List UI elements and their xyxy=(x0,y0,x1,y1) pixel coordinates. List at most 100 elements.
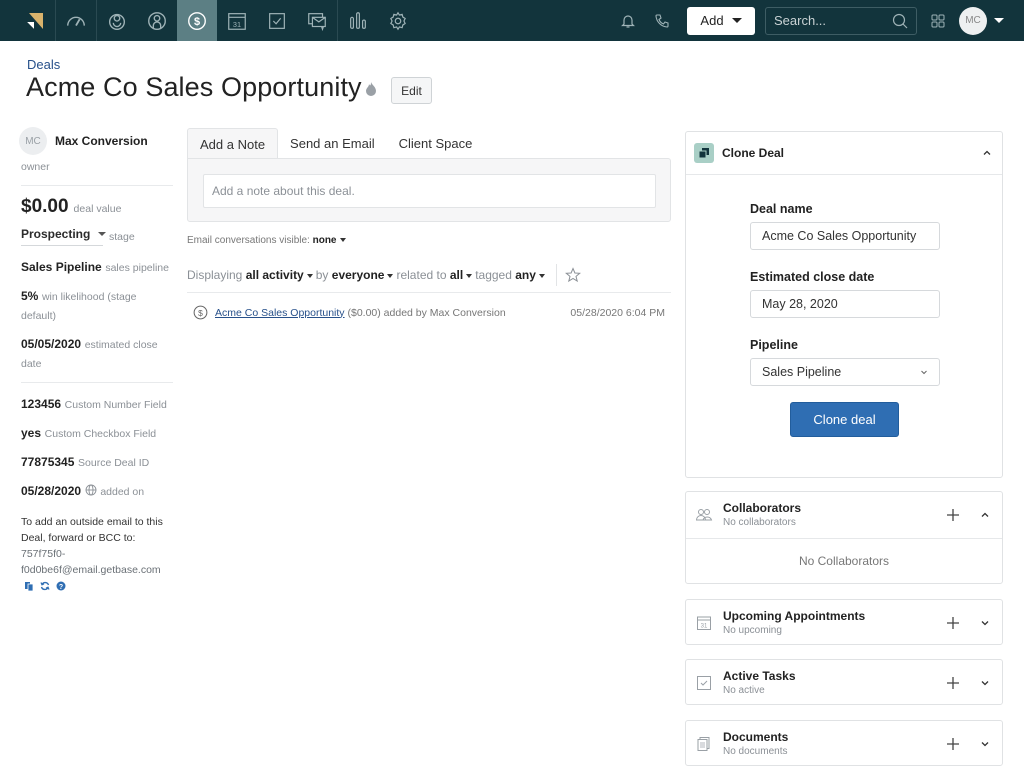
clone-deal-button[interactable]: Clone deal xyxy=(790,402,899,437)
chevron-down-icon[interactable] xyxy=(980,739,990,749)
pipeline-value[interactable]: Sales Pipeline xyxy=(21,260,102,274)
tasks-header[interactable]: Active Tasks No active xyxy=(686,660,1002,706)
bcc-instructions: To add an outside email to this Deal, fo… xyxy=(21,516,163,544)
stage-row: Prospecting stage xyxy=(21,227,173,246)
email-visibility: Email conversations visible: none xyxy=(187,235,349,246)
email-visibility-label: Email conversations visible: xyxy=(187,235,310,246)
close-date-input[interactable] xyxy=(750,290,940,318)
tab-client-space[interactable]: Client Space xyxy=(387,128,485,159)
nav-item-tasks[interactable] xyxy=(257,0,297,41)
user-menu-caret-icon[interactable] xyxy=(994,18,1004,23)
custom-fields: 123456 Custom Number Field yes Custom Ch… xyxy=(21,395,173,501)
add-button[interactable]: Add xyxy=(687,6,755,35)
custom-field-value[interactable]: 123456 xyxy=(21,397,61,411)
pipeline-group: Pipeline Sales Pipeline xyxy=(750,338,940,386)
checkbox-icon xyxy=(695,674,713,692)
logo-icon xyxy=(27,12,43,29)
nav-item-reports[interactable] xyxy=(338,0,378,41)
activity-filters: Displaying all activity by everyone rela… xyxy=(187,264,671,286)
phone-icon xyxy=(655,13,669,28)
custom-field-value[interactable]: 77875345 xyxy=(21,455,74,469)
nav-group-main: $ 31 xyxy=(96,0,337,41)
chevron-up-icon[interactable] xyxy=(982,148,992,158)
add-document-button[interactable] xyxy=(942,733,964,755)
custom-field-value[interactable]: yes xyxy=(21,426,41,440)
custom-field-row: 123456 Custom Number Field xyxy=(21,395,173,414)
nav-item-settings[interactable] xyxy=(378,0,418,41)
tab-send-email[interactable]: Send an Email xyxy=(278,128,387,159)
deal-name-input[interactable] xyxy=(750,222,940,250)
caret-down-icon xyxy=(387,273,394,278)
filter-activity-value: all activity xyxy=(245,268,304,282)
help-icon[interactable]: ? xyxy=(56,581,66,591)
note-input[interactable] xyxy=(203,174,656,208)
phone-button[interactable] xyxy=(645,0,679,41)
star-icon[interactable] xyxy=(564,267,581,283)
email-visibility-dropdown[interactable]: none xyxy=(313,235,349,246)
clone-deal-header[interactable]: Clone Deal xyxy=(686,132,1002,175)
target-icon xyxy=(108,13,126,30)
flame-icon[interactable] xyxy=(365,81,377,97)
close-date-label: Estimated close date xyxy=(750,270,875,284)
close-date-value[interactable]: 05/05/2020 xyxy=(21,337,81,351)
likelihood-value[interactable]: 5% xyxy=(21,289,38,303)
add-task-button[interactable] xyxy=(942,672,964,694)
filter-activity-dropdown[interactable]: all activity xyxy=(246,268,316,282)
nav-item-communications[interactable] xyxy=(297,0,337,41)
tasks-title: Active Tasks xyxy=(723,668,796,683)
custom-field-label: Custom Number Field xyxy=(64,399,167,411)
owner-avatar: MC xyxy=(19,127,47,155)
apps-button[interactable] xyxy=(921,0,955,41)
deal-value[interactable]: $0.00 xyxy=(21,196,69,218)
documents-header[interactable]: Documents No documents xyxy=(686,721,1002,767)
filter-by-dropdown[interactable]: everyone xyxy=(332,268,397,282)
copy-icon[interactable] xyxy=(24,581,34,592)
deal-value-label: deal value xyxy=(73,203,122,215)
search-input[interactable] xyxy=(774,13,884,28)
user-avatar[interactable]: MC xyxy=(959,6,987,35)
caret-down-icon xyxy=(731,18,742,23)
tab-add-note[interactable]: Add a Note xyxy=(187,128,279,159)
chevron-down-icon[interactable] xyxy=(980,678,990,688)
add-collaborator-button[interactable] xyxy=(942,504,964,526)
notifications-button[interactable] xyxy=(611,0,645,41)
nav-item-leads[interactable] xyxy=(97,0,137,41)
chevron-up-icon[interactable] xyxy=(980,510,990,520)
divider xyxy=(555,264,557,286)
pipeline-select[interactable]: Sales Pipeline xyxy=(750,358,940,386)
stage-value: Prospecting xyxy=(21,227,91,241)
tasks-titles: Active Tasks No active xyxy=(723,669,796,698)
search-icon[interactable] xyxy=(892,13,908,29)
stage-dropdown[interactable]: Prospecting xyxy=(21,227,107,246)
nav-item-deals[interactable]: $ xyxy=(177,0,217,41)
pipeline-select-value: Sales Pipeline xyxy=(762,365,842,379)
calendar-icon: 31 xyxy=(228,12,246,30)
owner-name[interactable]: Max Conversion xyxy=(55,134,148,148)
filter-tagged-dropdown[interactable]: any xyxy=(515,268,548,282)
people-icon xyxy=(695,506,713,524)
documents-titles: Documents No documents xyxy=(723,730,788,759)
divider xyxy=(21,185,173,186)
appointments-header[interactable]: 31 Upcoming Appointments No upcoming xyxy=(686,600,1002,646)
nav-item-calendar[interactable]: 31 xyxy=(217,0,257,41)
added-on-field: 05/28/2020 added on xyxy=(21,482,173,501)
nav-item-dashboard[interactable] xyxy=(56,0,96,41)
filter-related-dropdown[interactable]: all xyxy=(450,268,475,282)
breadcrumb-deals[interactable]: Deals xyxy=(27,57,60,72)
documents-title: Documents xyxy=(723,729,789,744)
refresh-icon[interactable] xyxy=(40,581,50,591)
appointments-title: Upcoming Appointments xyxy=(723,608,866,623)
app-logo[interactable] xyxy=(15,0,55,41)
bcc-email-address[interactable]: 757f75f0-f0d0be6f@email.getbase.com xyxy=(21,548,161,576)
add-appointment-button[interactable] xyxy=(942,612,964,634)
collaborators-header[interactable]: Collaborators No collaborators xyxy=(686,492,1002,538)
documents-subtitle: No documents xyxy=(723,745,788,757)
chevron-down-icon[interactable] xyxy=(980,618,990,628)
activity-deal-link[interactable]: Acme Co Sales Opportunity xyxy=(215,307,345,319)
caret-down-icon xyxy=(466,273,473,278)
clone-app-icon xyxy=(694,143,714,163)
nav-item-contacts[interactable] xyxy=(137,0,177,41)
plus-icon xyxy=(947,738,959,750)
owner-label: owner xyxy=(21,161,50,173)
edit-button[interactable]: Edit xyxy=(391,77,432,104)
